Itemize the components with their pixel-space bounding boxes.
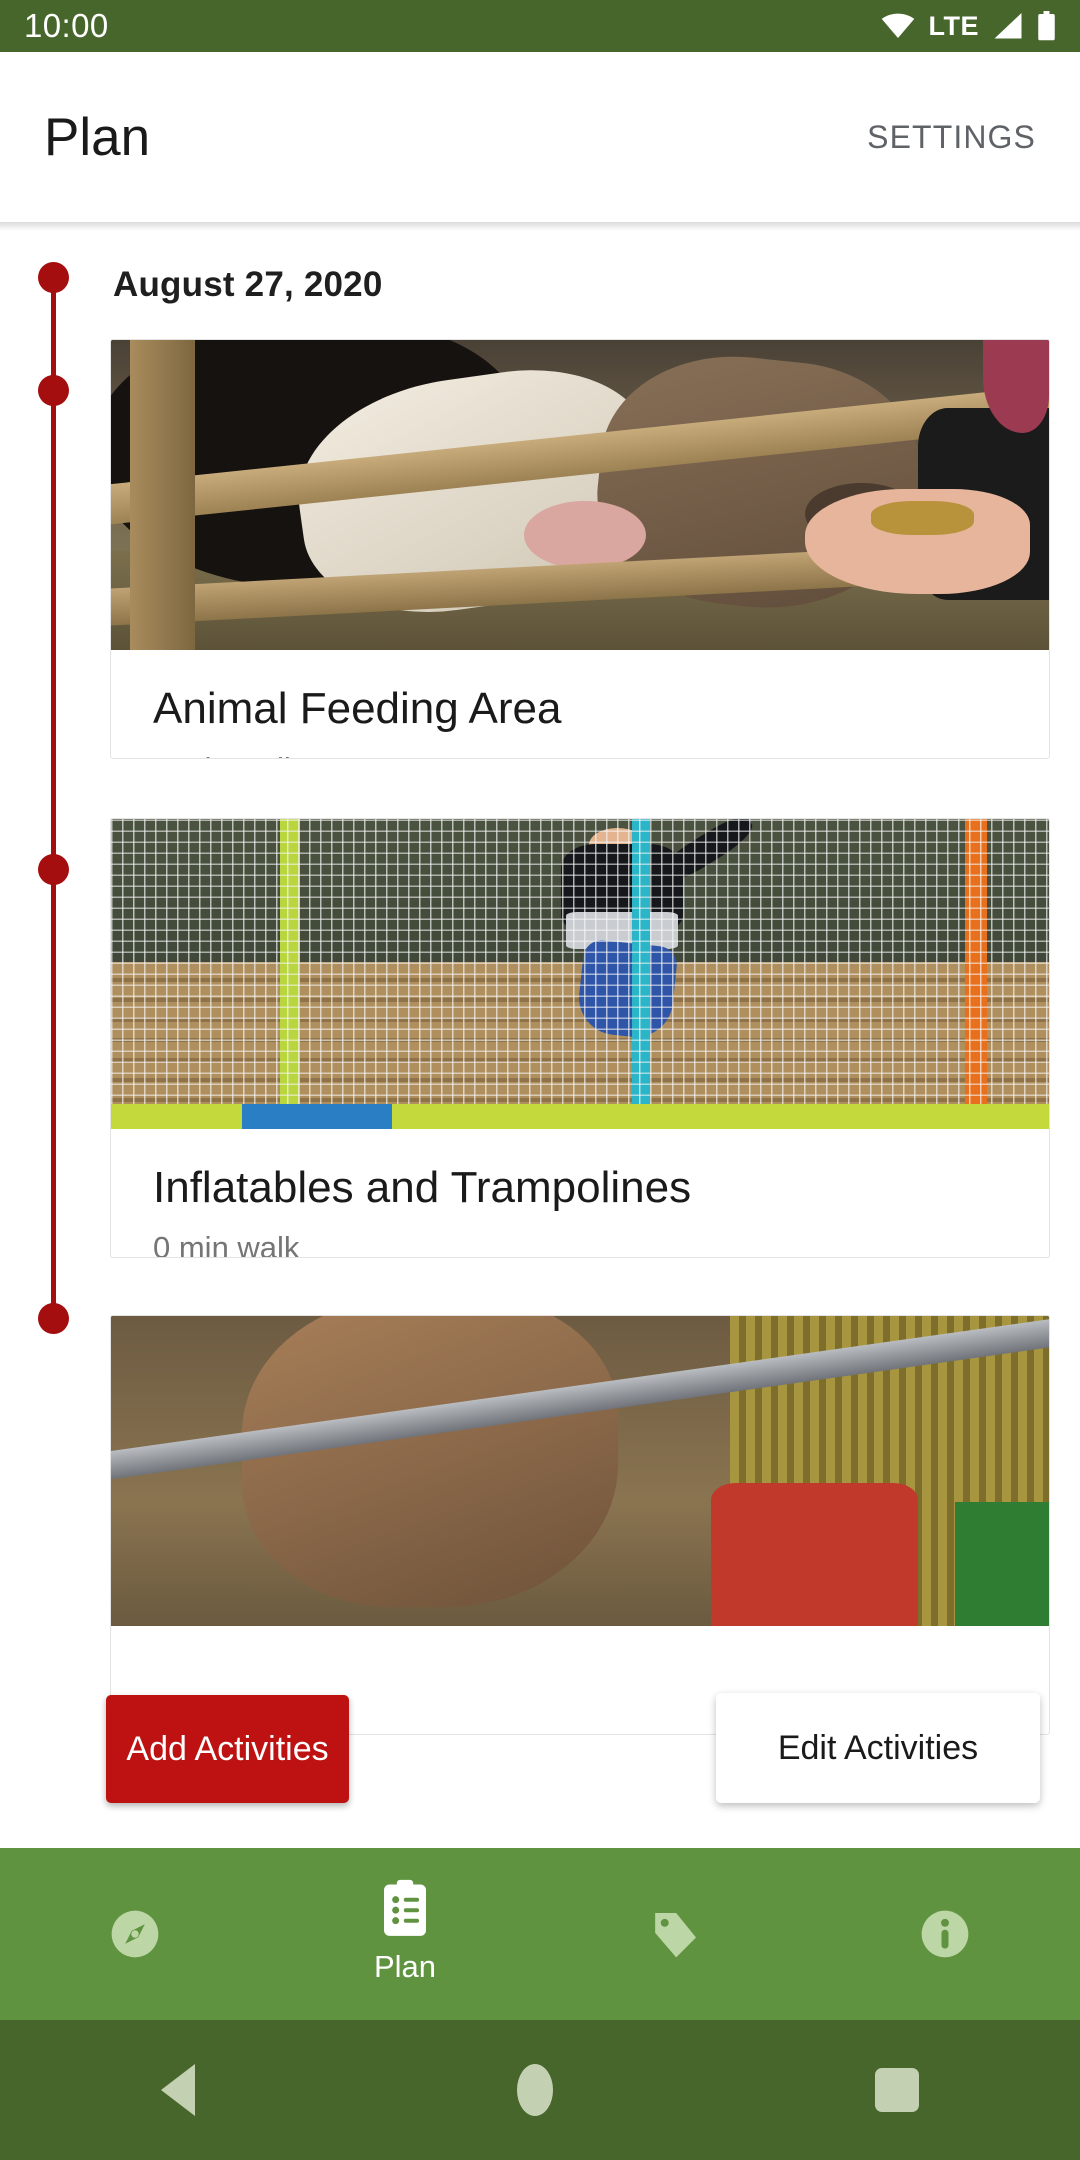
nav-item-plan[interactable]: Plan — [270, 1845, 540, 2017]
recents-button[interactable] — [875, 2068, 919, 2112]
compass-icon — [111, 1910, 159, 1958]
nav-item-explore[interactable] — [0, 1848, 270, 2020]
system-navigation-bar — [0, 2020, 1080, 2160]
activity-walk-time: 0 min walk — [153, 1229, 300, 1258]
activity-photo-horse — [111, 1316, 1049, 1626]
network-type-label: LTE — [928, 10, 979, 41]
activity-card-body: Animal Feeding Area 1 min walk — [111, 650, 1049, 758]
add-activities-button[interactable]: Add Activities — [106, 1695, 349, 1803]
nav-item-plan-label: Plan — [373, 1948, 437, 1984]
activity-photo-cows — [111, 340, 1049, 650]
activity-title: Inflatables and Trampolines — [153, 1163, 692, 1212]
clipboard-icon — [384, 1879, 426, 1936]
activity-card-body: Inflatables and Trampolines 0 min walk — [111, 1129, 1049, 1258]
status-bar: 10:00 LTE — [0, 0, 1080, 52]
header-divider — [0, 222, 1080, 231]
app-header: Plan SETTINGS — [0, 52, 1080, 222]
nav-item-info[interactable] — [810, 1848, 1080, 2020]
activity-card[interactable] — [110, 1315, 1050, 1735]
signal-icon — [994, 12, 1022, 38]
plan-scroll-area[interactable]: August 27, 2020 Animal Feeding Area 1 mi… — [0, 231, 1080, 1820]
info-icon — [921, 1910, 969, 1958]
activity-card[interactable]: Inflatables and Trampolines 0 min walk — [110, 818, 1050, 1258]
battery-icon — [1038, 11, 1055, 41]
timeline-dot-activity-3 — [38, 1303, 69, 1334]
app-root: 10:00 LTE Plan SETTINGS August 27, 2020 … — [0, 0, 1080, 2160]
status-bar-icons: LTE — [881, 11, 1057, 42]
page-title: Plan — [44, 107, 151, 167]
timeline-dot-date — [38, 262, 69, 293]
edit-activities-button[interactable]: Edit Activities — [716, 1693, 1040, 1803]
nav-item-tags[interactable] — [540, 1848, 810, 2020]
timeline-track — [51, 275, 56, 1320]
back-button[interactable] — [161, 2064, 195, 2116]
timeline-dot-activity-1 — [38, 375, 69, 406]
home-button[interactable] — [517, 2064, 553, 2116]
activity-walk-time: 1 min walk — [153, 751, 1007, 758]
settings-button[interactable]: SETTINGS — [867, 119, 1036, 156]
bottom-navigation: Plan — [0, 1848, 1080, 2020]
plan-date-label: August 27, 2020 — [113, 265, 383, 304]
status-bar-clock: 10:00 — [24, 7, 109, 44]
activity-photo-trampoline — [111, 819, 1049, 1129]
tag-icon — [655, 1913, 696, 1958]
timeline-dot-activity-2 — [38, 854, 69, 885]
activity-title: Animal Feeding Area — [153, 684, 562, 733]
activity-card[interactable]: Animal Feeding Area 1 min walk — [110, 339, 1050, 759]
wifi-icon — [881, 13, 914, 39]
